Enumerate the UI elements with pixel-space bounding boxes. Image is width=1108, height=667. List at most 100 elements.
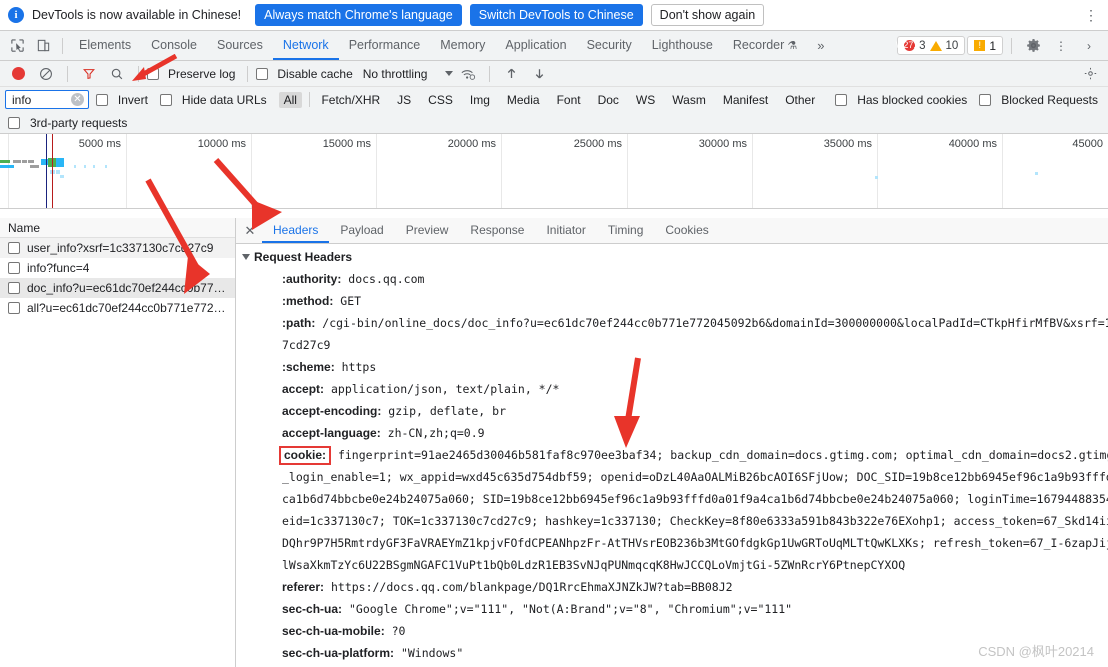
tab-application[interactable]: Application: [495, 31, 576, 60]
third-party-row: 3rd-party requests: [0, 112, 1108, 134]
request-headers-title: Request Headers: [254, 250, 353, 264]
request-list-header[interactable]: Name: [0, 218, 235, 238]
header-name: referer:: [282, 580, 325, 594]
has-blocked-cookies-label: Has blocked cookies: [857, 92, 968, 107]
inspect-element-icon[interactable]: [4, 34, 30, 58]
tab-security[interactable]: Security: [577, 31, 642, 60]
tab-lighthouse[interactable]: Lighthouse: [642, 31, 723, 60]
filter-type-img[interactable]: Img: [465, 92, 495, 108]
dont-show-again-button[interactable]: Don't show again: [650, 4, 765, 26]
filter-input[interactable]: [10, 91, 71, 108]
tab-initiator[interactable]: Initiator: [535, 218, 596, 243]
clear-icon[interactable]: [33, 62, 59, 86]
row-checkbox[interactable]: [8, 242, 20, 254]
table-row[interactable]: user_info?xsrf=1c337130c7cd27c9: [0, 238, 235, 258]
request-headers-section[interactable]: Request Headers: [236, 248, 1108, 268]
blocked-requests-checkbox[interactable]: Blocked Requests: [979, 92, 1103, 108]
table-row[interactable]: info?func=4: [0, 258, 235, 278]
language-banner: i DevTools is now available in Chinese! …: [0, 0, 1108, 31]
filter-type-js[interactable]: JS: [392, 92, 416, 108]
hide-data-urls-label: Hide data URLs: [181, 92, 267, 107]
tab-performance[interactable]: Performance: [339, 31, 431, 60]
third-party-checkbox[interactable]: 3rd-party requests: [8, 115, 132, 131]
clear-filter-icon[interactable]: ✕: [70, 93, 84, 106]
header-name: accept:: [282, 382, 325, 396]
message-counter[interactable]: ! 1: [967, 36, 1003, 55]
toolbar-divider-2: [138, 65, 139, 82]
network-overview[interactable]: 5000 ms 10000 ms 15000 ms 20000 ms 25000…: [0, 134, 1108, 209]
invert-checkbox[interactable]: Invert: [95, 92, 153, 108]
tab-payload[interactable]: Payload: [329, 218, 394, 243]
has-blocked-cookies-box: [835, 93, 848, 106]
table-row[interactable]: all?u=ec61dc70ef244cc0b771e77204…: [0, 298, 235, 318]
filter-type-media[interactable]: Media: [502, 92, 545, 108]
row-checkbox[interactable]: [8, 282, 20, 294]
header-line: :scheme: https: [236, 356, 1108, 378]
filter-type-fetch-xhr[interactable]: Fetch/XHR: [316, 92, 385, 108]
toolbar-divider-3: [247, 65, 249, 82]
network-conditions-icon[interactable]: [455, 62, 481, 86]
filter-type-wasm[interactable]: Wasm: [667, 92, 711, 108]
header-name: accept-language:: [282, 426, 381, 440]
filter-type-all[interactable]: All: [278, 91, 302, 108]
filter-type-css[interactable]: CSS: [423, 92, 458, 108]
filter-input-wrapper[interactable]: ✕: [5, 90, 89, 109]
preserve-log-checkbox[interactable]: Preserve log: [147, 67, 239, 81]
tab-memory[interactable]: Memory: [430, 31, 495, 60]
header-value: application/json, text/plain, */*: [330, 382, 560, 396]
filter-type-ws[interactable]: WS: [631, 92, 660, 108]
tab-preview[interactable]: Preview: [395, 218, 460, 243]
header-line: accept-encoding: gzip, deflate, br: [236, 400, 1108, 422]
record-button[interactable]: [5, 62, 31, 86]
tab-timing[interactable]: Timing: [597, 218, 655, 243]
issue-counters[interactable]: \u2715 3 10: [895, 36, 966, 55]
header-line: referer: https://docs.qq.com/blankpage/D…: [236, 576, 1108, 598]
tab-network[interactable]: Network: [272, 31, 339, 60]
tab-recorder[interactable]: Recorder ⚗: [723, 31, 807, 60]
watermark: CSDN @枫叶20214: [978, 644, 1094, 659]
filter-type-doc[interactable]: Doc: [593, 92, 624, 108]
header-value: DQhr9P7H5RmtrdyGF3FaVRAEYmZ1kpjvFOfdCPEA…: [282, 536, 1108, 550]
export-har-icon[interactable]: [526, 62, 552, 86]
has-blocked-cookies-checkbox[interactable]: Has blocked cookies: [835, 92, 972, 108]
throttling-select[interactable]: No throttling: [359, 67, 454, 81]
always-match-language-button[interactable]: Always match Chrome's language: [255, 4, 462, 26]
toolbar-settings-icon[interactable]: [1077, 62, 1103, 86]
filter-type-other[interactable]: Other: [780, 92, 820, 108]
gear-icon[interactable]: [1020, 34, 1046, 58]
header-line: sec-ch-ua: "Google Chrome";v="111", "Not…: [236, 598, 1108, 620]
header-value: /cgi-bin/online_docs/doc_info?u=ec61dc70…: [322, 316, 1108, 330]
import-har-icon[interactable]: [498, 62, 524, 86]
table-row[interactable]: doc_info?u=ec61dc70ef244cc0b771e…: [0, 278, 235, 298]
row-checkbox[interactable]: [8, 262, 20, 274]
invert-box: [95, 93, 108, 106]
filter-icon[interactable]: [76, 62, 102, 86]
more-tabs-icon[interactable]: »: [807, 38, 834, 53]
error-icon: \u2715: [895, 40, 924, 51]
search-icon[interactable]: [104, 62, 130, 86]
switch-devtools-chinese-button[interactable]: Switch DevTools to Chinese: [469, 4, 643, 26]
message-icon: !: [974, 40, 986, 51]
tab-recorder-label: Recorder: [732, 38, 785, 52]
toggle-device-toolbar-icon[interactable]: [30, 34, 56, 58]
devtools-overflow-icon[interactable]: ⋮: [1048, 34, 1074, 58]
dock-side-icon[interactable]: ›: [1076, 34, 1102, 58]
tab-console[interactable]: Console: [141, 31, 207, 60]
header-value: "Windows": [400, 646, 464, 660]
request-name: user_info?xsrf=1c337130c7cd27c9: [27, 241, 214, 255]
hide-data-urls-checkbox[interactable]: Hide data URLs: [159, 92, 272, 108]
tab-sources[interactable]: Sources: [207, 31, 273, 60]
filter-type-manifest[interactable]: Manifest: [718, 92, 773, 108]
tab-cookies[interactable]: Cookies: [654, 218, 719, 243]
banner-overflow-icon[interactable]: ⋮: [1084, 7, 1100, 24]
banner-message: DevTools is now available in Chinese!: [32, 8, 242, 22]
tab-elements[interactable]: Elements: [69, 31, 141, 60]
throttling-value: No throttling: [362, 66, 428, 81]
header-line: accept-language: zh-CN,zh;q=0.9: [236, 422, 1108, 444]
disable-cache-checkbox[interactable]: Disable cache: [256, 67, 356, 81]
filter-type-font[interactable]: Font: [552, 92, 586, 108]
tab-headers[interactable]: Headers: [262, 218, 330, 243]
row-checkbox[interactable]: [8, 302, 20, 314]
tab-response[interactable]: Response: [459, 218, 535, 243]
close-icon[interactable]: ✕: [238, 223, 262, 239]
